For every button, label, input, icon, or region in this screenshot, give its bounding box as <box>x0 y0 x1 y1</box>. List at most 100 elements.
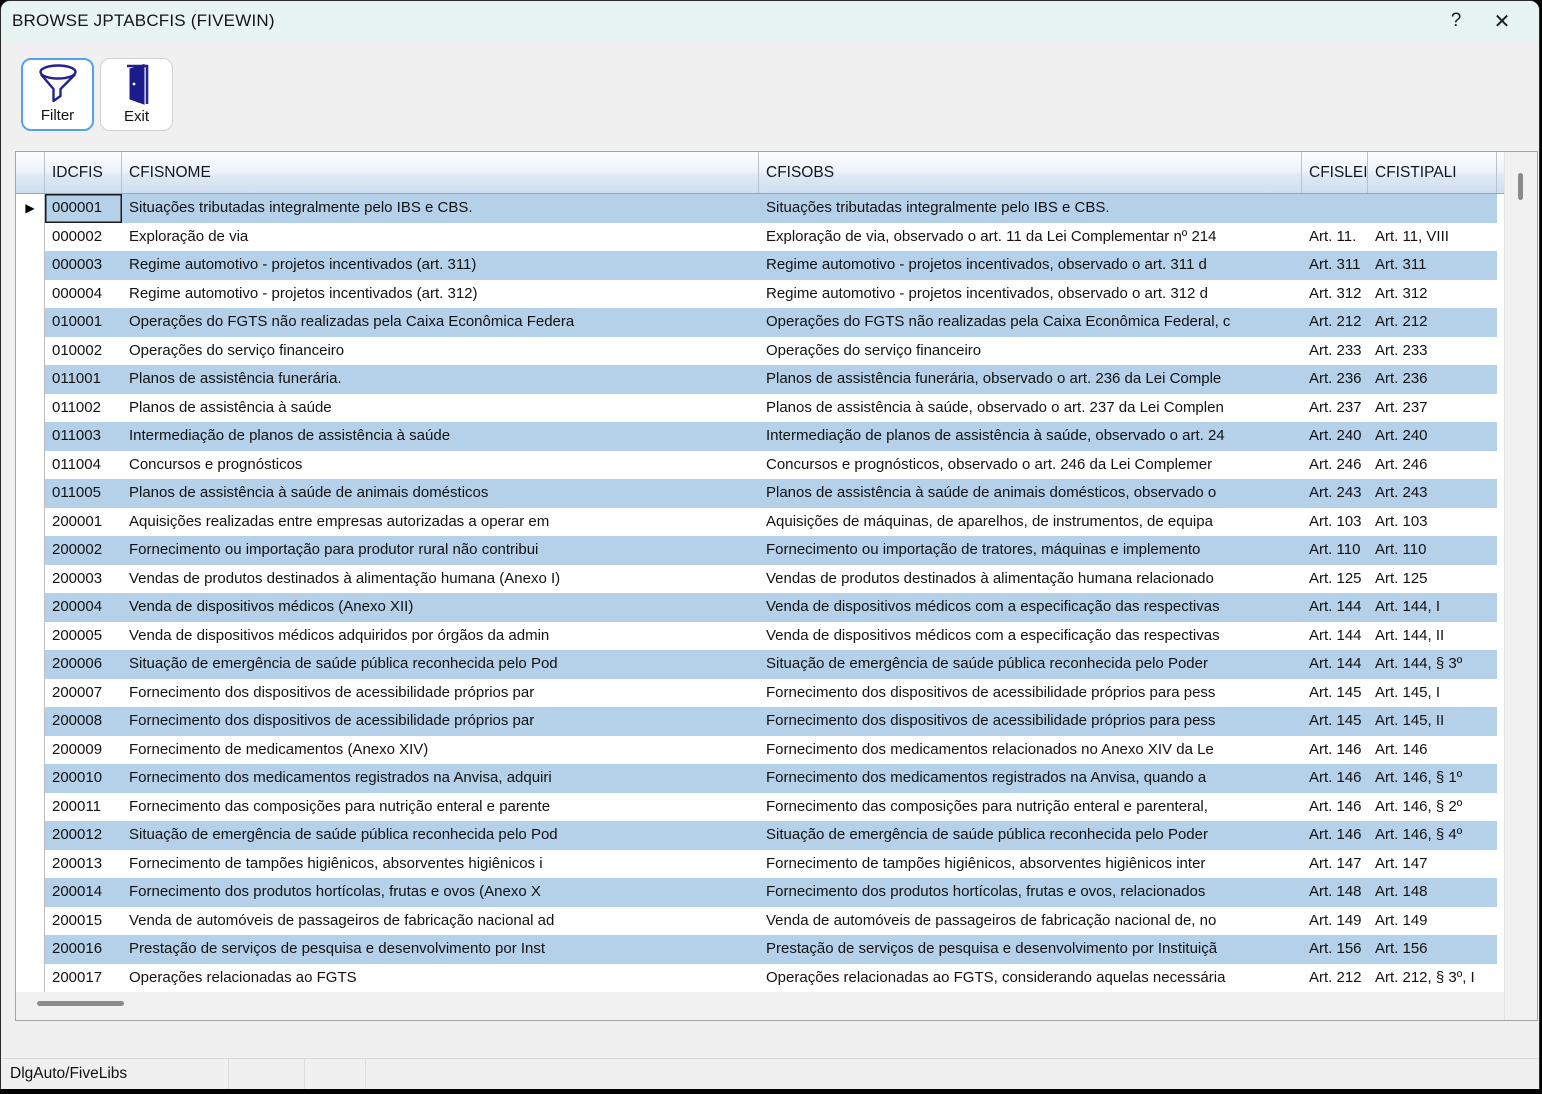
cell-cfisobs[interactable]: Intermediação de planos de assistência à… <box>759 422 1302 451</box>
row-selector-cell[interactable] <box>16 622 45 651</box>
cell-cfisnome[interactable]: Intermediação de planos de assistência à… <box>122 422 759 451</box>
cell-idcfis[interactable]: 200012 <box>45 821 122 850</box>
filter-button[interactable]: Filter <box>21 58 94 131</box>
cell-cfistipali[interactable]: Art. 144, I <box>1368 593 1497 622</box>
cell-cfisobs[interactable]: Fornecimento ou importação de tratores, … <box>759 536 1302 565</box>
column-header-cfisobs[interactable]: CFISOBS <box>759 152 1302 193</box>
table-row[interactable]: 200017Operações relacionadas ao FGTSOper… <box>16 964 1504 993</box>
cell-cfisnome[interactable]: Regime automotivo - projetos incentivado… <box>122 280 759 309</box>
cell-idcfis[interactable]: 200014 <box>45 878 122 907</box>
row-selector-cell[interactable] <box>16 565 45 594</box>
table-row[interactable]: 200007Fornecimento dos dispositivos de a… <box>16 679 1504 708</box>
row-selector-cell[interactable] <box>16 337 45 366</box>
cell-cfisnome[interactable]: Situação de emergência de saúde pública … <box>122 821 759 850</box>
row-selector-cell[interactable] <box>16 394 45 423</box>
cell-idcfis[interactable]: 010001 <box>45 308 122 337</box>
cell-cfisobs[interactable]: Fornecimento de tampões higiênicos, abso… <box>759 850 1302 879</box>
cell-cfistipali[interactable]: Art. 146, § 1º <box>1368 764 1497 793</box>
vertical-scrollbar[interactable] <box>1504 152 1537 1020</box>
cell-cfisnome[interactable]: Planos de assistência funerária. <box>122 365 759 394</box>
table-row[interactable]: 011004Concursos e prognósticosConcursos … <box>16 451 1504 480</box>
row-selector-cell[interactable] <box>16 365 45 394</box>
cell-cfisobs[interactable]: Fornecimento dos medicamentos registrado… <box>759 764 1302 793</box>
row-selector-cell[interactable] <box>16 280 45 309</box>
table-row[interactable]: 200006Situação de emergência de saúde pú… <box>16 650 1504 679</box>
cell-cfislei[interactable]: Art. 146 <box>1302 793 1368 822</box>
cell-cfisnome[interactable]: Concursos e prognósticos <box>122 451 759 480</box>
table-row[interactable]: 200002Fornecimento ou importação para pr… <box>16 536 1504 565</box>
cell-cfisnome[interactable]: Operações do serviço financeiro <box>122 337 759 366</box>
cell-cfisnome[interactable]: Situação de emergência de saúde pública … <box>122 650 759 679</box>
cell-cfisnome[interactable]: Fornecimento de medicamentos (Anexo XIV) <box>122 736 759 765</box>
vertical-scrollbar-thumb[interactable] <box>1518 173 1523 200</box>
cell-idcfis[interactable]: 200006 <box>45 650 122 679</box>
cell-cfislei[interactable]: Art. 212 <box>1302 308 1368 337</box>
cell-cfisobs[interactable]: Situações tributadas integralmente pelo … <box>759 194 1302 223</box>
cell-cfislei[interactable]: Art. 11. <box>1302 223 1368 252</box>
cell-cfistipali[interactable]: Art. 146, § 2º <box>1368 793 1497 822</box>
row-selector-cell[interactable] <box>16 508 45 537</box>
column-header-cfisnome[interactable]: CFISNOME <box>122 152 759 193</box>
table-row[interactable]: 200014Fornecimento dos produtos hortícol… <box>16 878 1504 907</box>
table-row[interactable]: 011002Planos de assistência à saúdePlano… <box>16 394 1504 423</box>
cell-idcfis[interactable]: 200009 <box>45 736 122 765</box>
cell-idcfis[interactable]: 200015 <box>45 907 122 936</box>
cell-cfisnome[interactable]: Regime automotivo - projetos incentivado… <box>122 251 759 280</box>
cell-cfisnome[interactable]: Operações do FGTS não realizadas pela Ca… <box>122 308 759 337</box>
cell-cfistipali[interactable]: Art. 243 <box>1368 479 1497 508</box>
cell-cfistipali[interactable]: Art. 147 <box>1368 850 1497 879</box>
cell-cfislei[interactable]: Art. 149 <box>1302 907 1368 936</box>
row-selector-cell[interactable] <box>16 422 45 451</box>
cell-cfislei[interactable]: Art. 144 <box>1302 622 1368 651</box>
cell-cfisobs[interactable]: Exploração de via, observado o art. 11 d… <box>759 223 1302 252</box>
cell-cfisobs[interactable]: Fornecimento dos dispositivos de acessib… <box>759 679 1302 708</box>
cell-idcfis[interactable]: 200005 <box>45 622 122 651</box>
cell-idcfis[interactable]: 000004 <box>45 280 122 309</box>
table-row[interactable]: 000003Regime automotivo - projetos incen… <box>16 251 1504 280</box>
cell-cfistipali[interactable]: Art. 156 <box>1368 935 1497 964</box>
table-row[interactable]: 200001Aquisições realizadas entre empres… <box>16 508 1504 537</box>
cell-cfistipali[interactable]: Art. 237 <box>1368 394 1497 423</box>
cell-cfisobs[interactable]: Operações relacionadas ao FGTS, consider… <box>759 964 1302 993</box>
cell-idcfis[interactable]: 200011 <box>45 793 122 822</box>
table-row[interactable]: 000004Regime automotivo - projetos incen… <box>16 280 1504 309</box>
cell-cfisnome[interactable]: Fornecimento das composições para nutriç… <box>122 793 759 822</box>
cell-cfistipali[interactable]: Art. 212 <box>1368 308 1497 337</box>
cell-idcfis[interactable]: 200002 <box>45 536 122 565</box>
row-selector-cell[interactable]: ▶ <box>16 194 45 223</box>
cell-cfistipali[interactable]: Art. 212, § 3º, I <box>1368 964 1497 993</box>
cell-cfistipali[interactable]: Art. 103 <box>1368 508 1497 537</box>
cell-cfisobs[interactable]: Venda de dispositivos médicos com a espe… <box>759 593 1302 622</box>
cell-idcfis[interactable]: 200003 <box>45 565 122 594</box>
cell-idcfis[interactable]: 011003 <box>45 422 122 451</box>
cell-cfisobs[interactable]: Regime automotivo - projetos incentivado… <box>759 280 1302 309</box>
cell-cfistipali[interactable]: Art. 110 <box>1368 536 1497 565</box>
cell-idcfis[interactable]: 011001 <box>45 365 122 394</box>
table-row[interactable]: 200011Fornecimento das composições para … <box>16 793 1504 822</box>
cell-cfistipali[interactable]: Art. 311 <box>1368 251 1497 280</box>
cell-cfisnome[interactable]: Planos de assistência à saúde de animais… <box>122 479 759 508</box>
cell-cfistipali[interactable]: Art. 125 <box>1368 565 1497 594</box>
table-row[interactable]: 200012Situação de emergência de saúde pú… <box>16 821 1504 850</box>
cell-cfistipali[interactable]: Art. 240 <box>1368 422 1497 451</box>
cell-cfislei[interactable]: Art. 156 <box>1302 935 1368 964</box>
cell-cfisobs[interactable]: Concursos e prognósticos, observado o ar… <box>759 451 1302 480</box>
table-row[interactable]: 010001Operações do FGTS não realizadas p… <box>16 308 1504 337</box>
cell-cfisnome[interactable]: Aquisições realizadas entre empresas aut… <box>122 508 759 537</box>
table-row[interactable]: 200009Fornecimento de medicamentos (Anex… <box>16 736 1504 765</box>
cell-cfislei[interactable]: Art. 145 <box>1302 707 1368 736</box>
table-row[interactable]: 000002Exploração de viaExploração de via… <box>16 223 1504 252</box>
cell-cfislei[interactable]: Art. 240 <box>1302 422 1368 451</box>
cell-cfisnome[interactable]: Fornecimento de tampões higiênicos, abso… <box>122 850 759 879</box>
cell-cfisnome[interactable]: Situações tributadas integralmente pelo … <box>122 194 759 223</box>
cell-cfisobs[interactable]: Situação de emergência de saúde pública … <box>759 650 1302 679</box>
cell-idcfis[interactable]: 010002 <box>45 337 122 366</box>
cell-cfisobs[interactable]: Venda de automóveis de passageiros de fa… <box>759 907 1302 936</box>
table-row[interactable]: 200005Venda de dispositivos médicos adqu… <box>16 622 1504 651</box>
cell-idcfis[interactable]: 200010 <box>45 764 122 793</box>
row-selector-cell[interactable] <box>16 793 45 822</box>
cell-cfisnome[interactable]: Prestação de serviços de pesquisa e dese… <box>122 935 759 964</box>
cell-cfisnome[interactable]: Venda de dispositivos médicos adquiridos… <box>122 622 759 651</box>
cell-cfistipali[interactable]: Art. 236 <box>1368 365 1497 394</box>
table-row[interactable]: 200004Venda de dispositivos médicos (Ane… <box>16 593 1504 622</box>
